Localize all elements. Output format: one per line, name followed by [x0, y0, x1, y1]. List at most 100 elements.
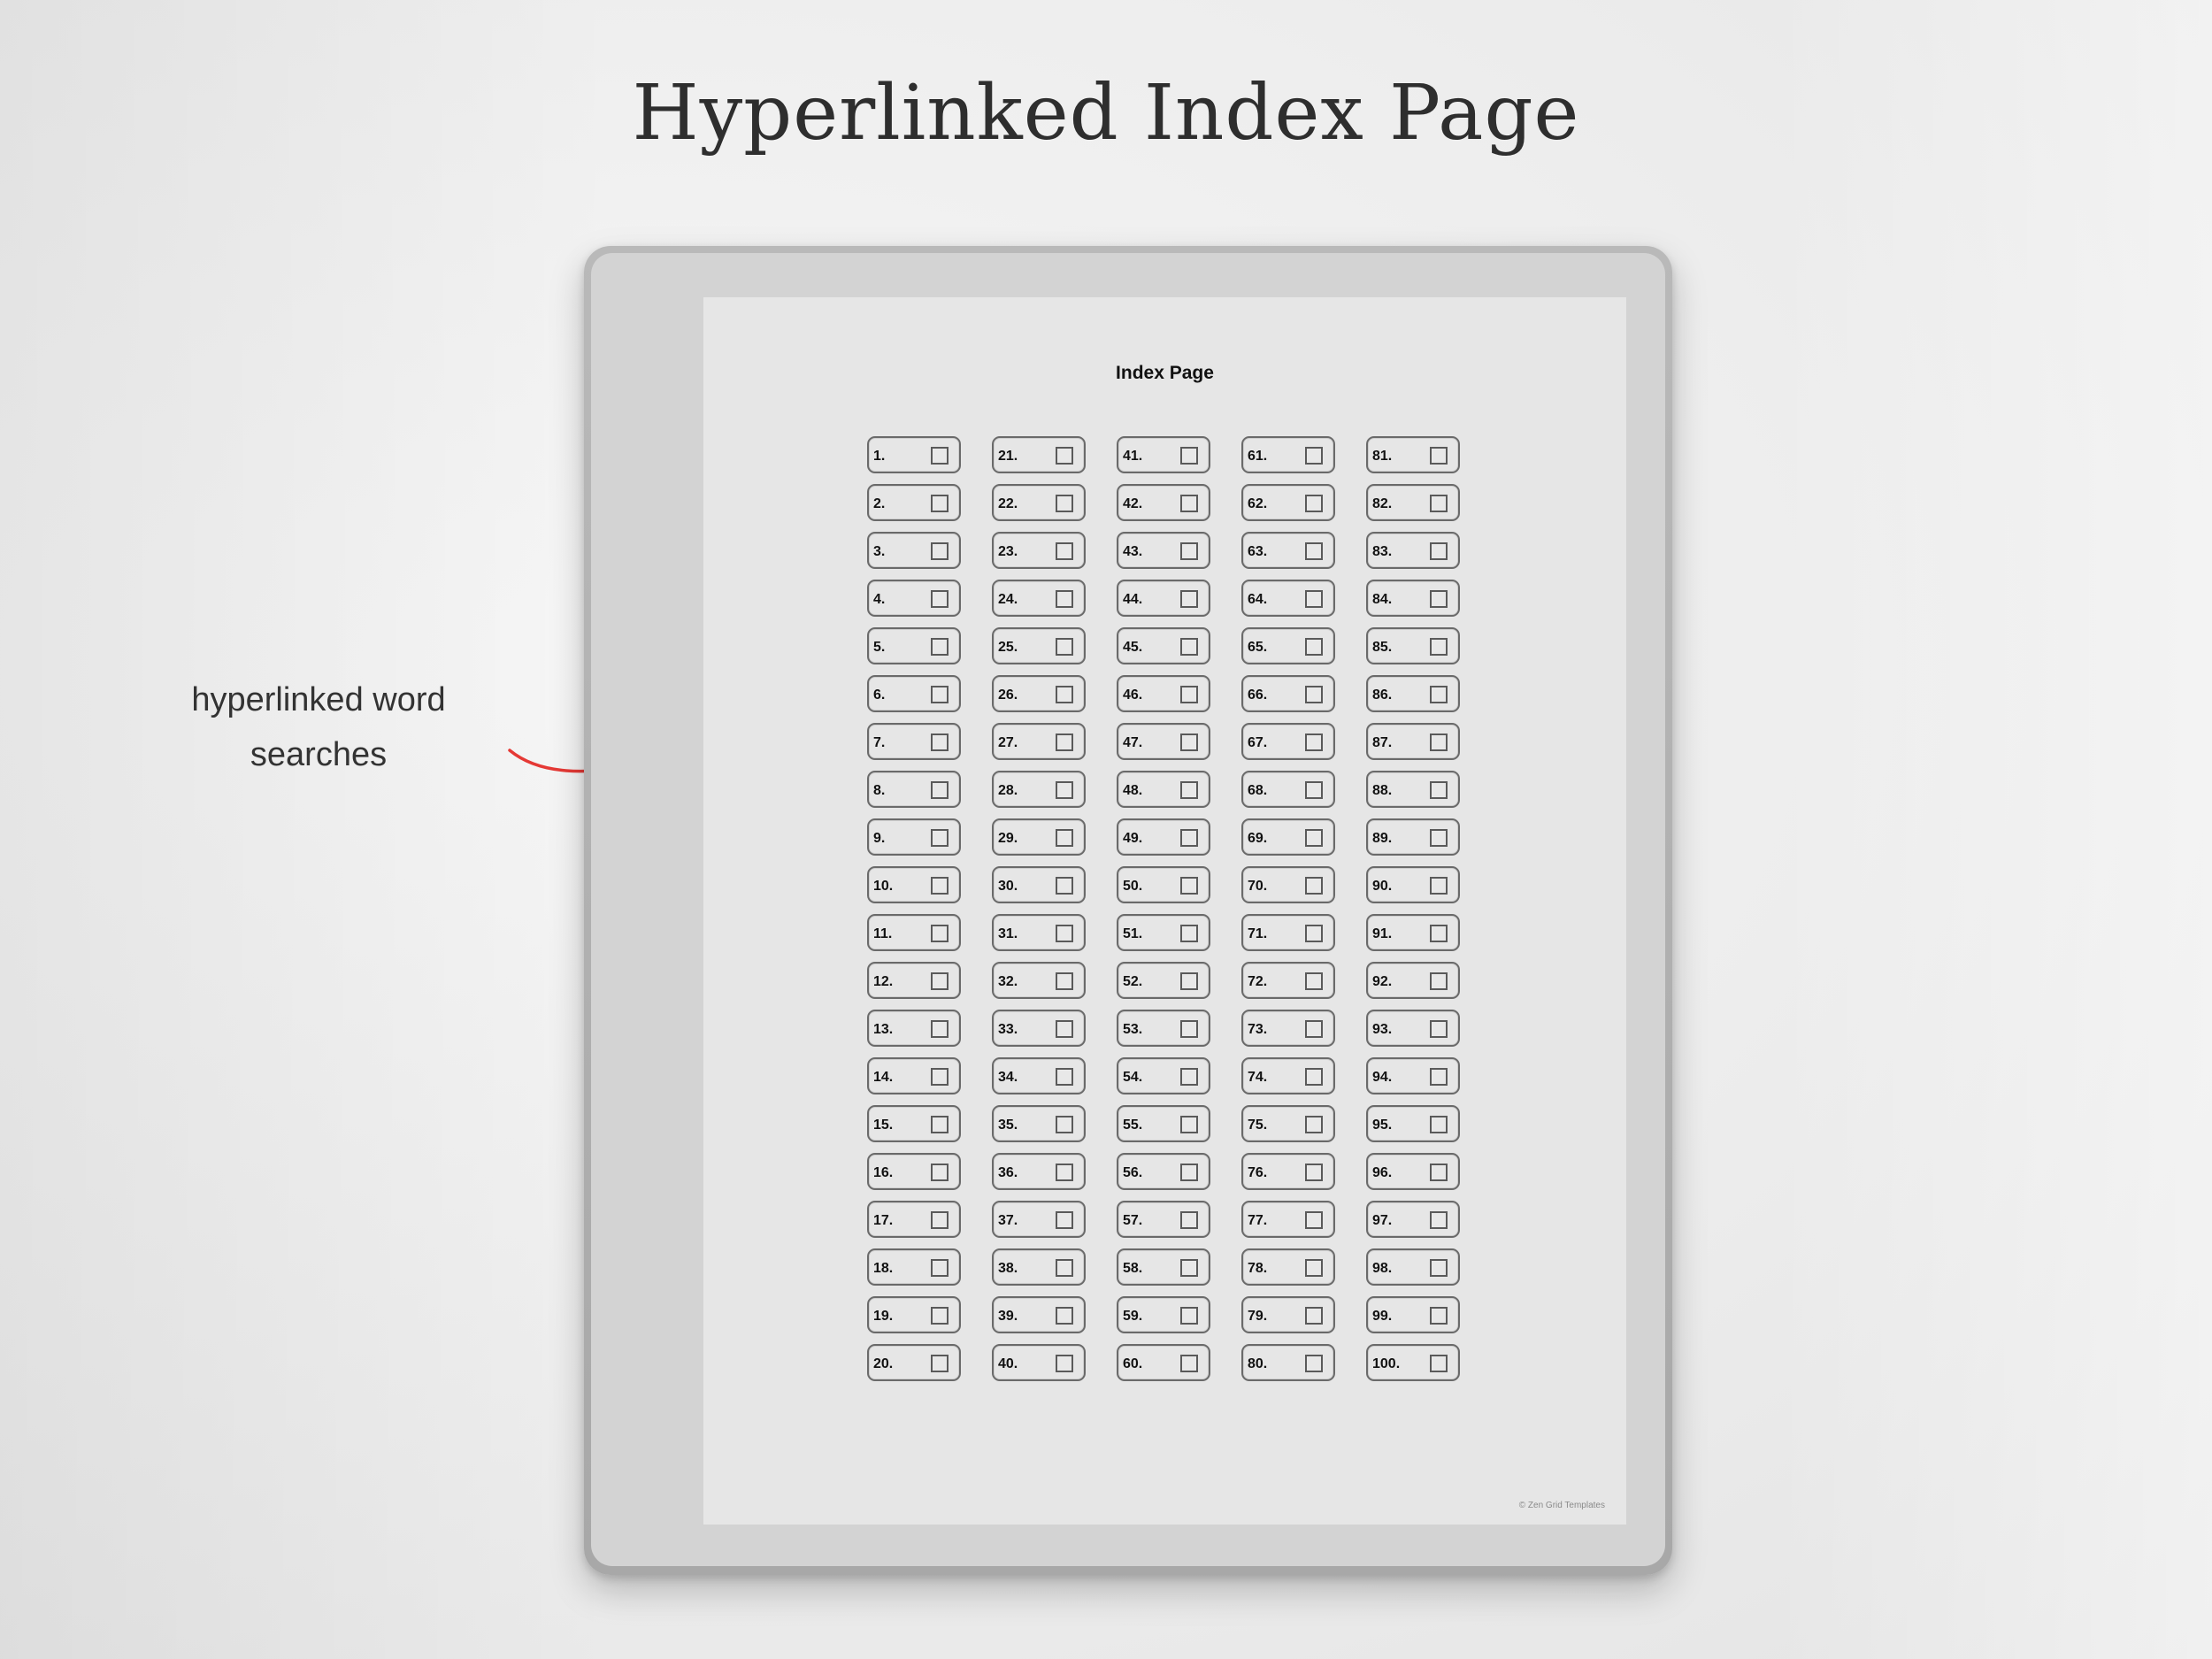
entry-checkbox[interactable] [1056, 590, 1073, 608]
entry-checkbox[interactable] [1056, 972, 1073, 990]
index-entry-link[interactable]: 61. [1241, 436, 1335, 473]
index-entry-link[interactable]: 53. [1117, 1010, 1210, 1047]
entry-checkbox[interactable] [1056, 1164, 1073, 1181]
index-entry-link[interactable]: 6. [867, 675, 961, 712]
entry-checkbox[interactable] [1305, 1164, 1323, 1181]
entry-checkbox[interactable] [931, 495, 949, 512]
index-entry-link[interactable]: 22. [992, 484, 1086, 521]
entry-checkbox[interactable] [1180, 1020, 1198, 1038]
entry-checkbox[interactable] [1430, 1164, 1448, 1181]
index-entry-link[interactable]: 58. [1117, 1248, 1210, 1286]
index-entry-link[interactable]: 2. [867, 484, 961, 521]
entry-checkbox[interactable] [1056, 829, 1073, 847]
index-entry-link[interactable]: 15. [867, 1105, 961, 1142]
entry-checkbox[interactable] [1056, 1116, 1073, 1133]
index-entry-link[interactable]: 69. [1241, 818, 1335, 856]
entry-checkbox[interactable] [1430, 1020, 1448, 1038]
index-entry-link[interactable]: 67. [1241, 723, 1335, 760]
index-entry-link[interactable]: 62. [1241, 484, 1335, 521]
index-entry-link[interactable]: 56. [1117, 1153, 1210, 1190]
index-entry-link[interactable]: 73. [1241, 1010, 1335, 1047]
index-entry-link[interactable]: 81. [1366, 436, 1460, 473]
index-entry-link[interactable]: 90. [1366, 866, 1460, 903]
index-entry-link[interactable]: 91. [1366, 914, 1460, 951]
index-entry-link[interactable]: 17. [867, 1201, 961, 1238]
index-entry-link[interactable]: 31. [992, 914, 1086, 951]
index-entry-link[interactable]: 59. [1117, 1296, 1210, 1333]
entry-checkbox[interactable] [1180, 733, 1198, 751]
entry-checkbox[interactable] [1056, 1355, 1073, 1372]
entry-checkbox[interactable] [1305, 1211, 1323, 1229]
entry-checkbox[interactable] [1180, 495, 1198, 512]
index-entry-link[interactable]: 32. [992, 962, 1086, 999]
entry-checkbox[interactable] [1056, 733, 1073, 751]
index-entry-link[interactable]: 84. [1366, 580, 1460, 617]
entry-checkbox[interactable] [1180, 1307, 1198, 1325]
index-entry-link[interactable]: 40. [992, 1344, 1086, 1381]
entry-checkbox[interactable] [1180, 877, 1198, 895]
index-entry-link[interactable]: 34. [992, 1057, 1086, 1094]
entry-checkbox[interactable] [931, 1020, 949, 1038]
index-entry-link[interactable]: 29. [992, 818, 1086, 856]
entry-checkbox[interactable] [1305, 686, 1323, 703]
index-entry-link[interactable]: 89. [1366, 818, 1460, 856]
index-entry-link[interactable]: 10. [867, 866, 961, 903]
index-entry-link[interactable]: 50. [1117, 866, 1210, 903]
index-entry-link[interactable]: 7. [867, 723, 961, 760]
index-entry-link[interactable]: 70. [1241, 866, 1335, 903]
index-entry-link[interactable]: 99. [1366, 1296, 1460, 1333]
index-entry-link[interactable]: 95. [1366, 1105, 1460, 1142]
entry-checkbox[interactable] [931, 1259, 949, 1277]
index-entry-link[interactable]: 39. [992, 1296, 1086, 1333]
index-entry-link[interactable]: 74. [1241, 1057, 1335, 1094]
entry-checkbox[interactable] [1430, 542, 1448, 560]
entry-checkbox[interactable] [1305, 447, 1323, 465]
index-entry-link[interactable]: 30. [992, 866, 1086, 903]
entry-checkbox[interactable] [1430, 972, 1448, 990]
entry-checkbox[interactable] [1430, 638, 1448, 656]
entry-checkbox[interactable] [1430, 590, 1448, 608]
index-entry-link[interactable]: 3. [867, 532, 961, 569]
entry-checkbox[interactable] [1056, 1259, 1073, 1277]
index-entry-link[interactable]: 48. [1117, 771, 1210, 808]
entry-checkbox[interactable] [1305, 733, 1323, 751]
index-entry-link[interactable]: 98. [1366, 1248, 1460, 1286]
index-entry-link[interactable]: 18. [867, 1248, 961, 1286]
index-entry-link[interactable]: 20. [867, 1344, 961, 1381]
index-entry-link[interactable]: 72. [1241, 962, 1335, 999]
entry-checkbox[interactable] [1056, 686, 1073, 703]
entry-checkbox[interactable] [1056, 1307, 1073, 1325]
entry-checkbox[interactable] [1430, 733, 1448, 751]
entry-checkbox[interactable] [1305, 829, 1323, 847]
entry-checkbox[interactable] [931, 542, 949, 560]
index-entry-link[interactable]: 16. [867, 1153, 961, 1190]
index-entry-link[interactable]: 42. [1117, 484, 1210, 521]
entry-checkbox[interactable] [931, 590, 949, 608]
entry-checkbox[interactable] [1180, 1068, 1198, 1086]
index-entry-link[interactable]: 96. [1366, 1153, 1460, 1190]
entry-checkbox[interactable] [1305, 542, 1323, 560]
entry-checkbox[interactable] [931, 447, 949, 465]
entry-checkbox[interactable] [931, 686, 949, 703]
entry-checkbox[interactable] [1430, 1355, 1448, 1372]
index-entry-link[interactable]: 13. [867, 1010, 961, 1047]
index-entry-link[interactable]: 1. [867, 436, 961, 473]
entry-checkbox[interactable] [1305, 1020, 1323, 1038]
entry-checkbox[interactable] [931, 1164, 949, 1181]
entry-checkbox[interactable] [1056, 495, 1073, 512]
index-entry-link[interactable]: 46. [1117, 675, 1210, 712]
entry-checkbox[interactable] [1056, 1211, 1073, 1229]
index-entry-link[interactable]: 28. [992, 771, 1086, 808]
entry-checkbox[interactable] [1430, 1307, 1448, 1325]
entry-checkbox[interactable] [1430, 447, 1448, 465]
index-entry-link[interactable]: 68. [1241, 771, 1335, 808]
index-entry-link[interactable]: 97. [1366, 1201, 1460, 1238]
entry-checkbox[interactable] [1180, 781, 1198, 799]
entry-checkbox[interactable] [1430, 1068, 1448, 1086]
entry-checkbox[interactable] [1180, 686, 1198, 703]
index-entry-link[interactable]: 88. [1366, 771, 1460, 808]
index-entry-link[interactable]: 5. [867, 627, 961, 664]
entry-checkbox[interactable] [1180, 829, 1198, 847]
index-entry-link[interactable]: 45. [1117, 627, 1210, 664]
index-entry-link[interactable]: 82. [1366, 484, 1460, 521]
